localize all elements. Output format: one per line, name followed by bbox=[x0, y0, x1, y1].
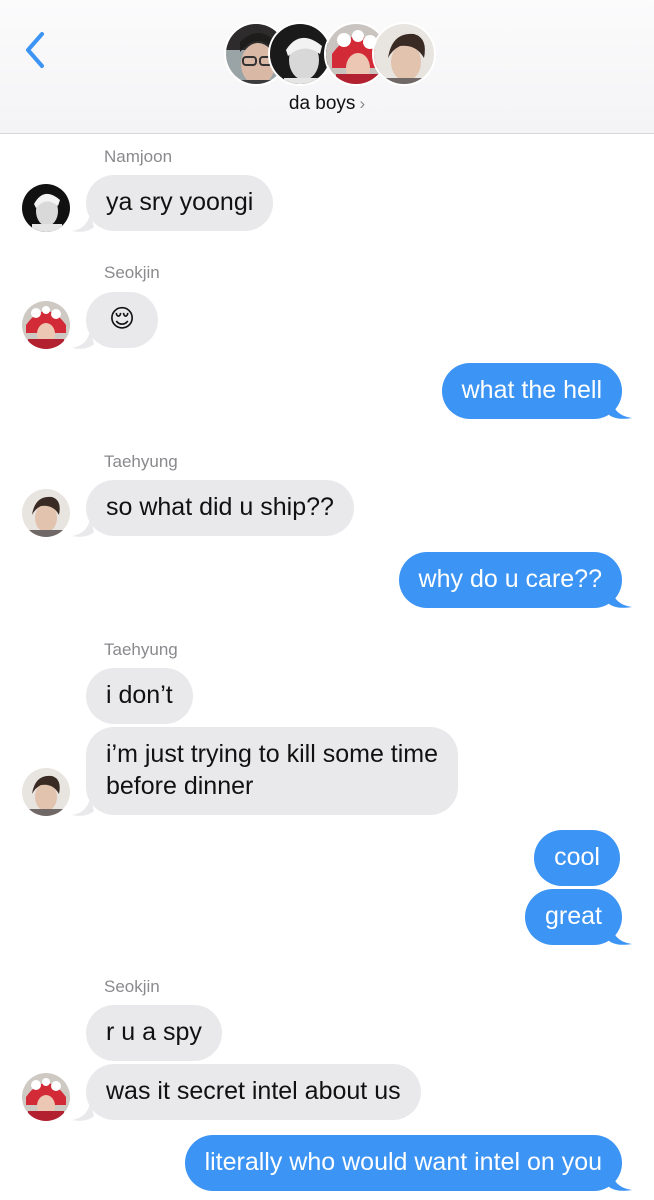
message-bubble-incoming[interactable]: so what did u ship?? bbox=[86, 480, 354, 536]
avatar-seokjin bbox=[22, 1073, 70, 1121]
avatar-member-4 bbox=[372, 22, 436, 86]
bubble-tail bbox=[608, 587, 632, 608]
conversation-header: da boys › bbox=[0, 0, 654, 134]
message-text-line: before dinner bbox=[106, 772, 254, 800]
bubble-tail bbox=[608, 924, 632, 945]
group-name-button[interactable]: da boys › bbox=[0, 93, 654, 115]
back-button[interactable] bbox=[22, 30, 52, 70]
message-bubble-incoming[interactable]: was it secret intel about us bbox=[86, 1064, 421, 1120]
bubble-tail bbox=[72, 1100, 94, 1121]
group-avatar-stack[interactable] bbox=[224, 22, 436, 88]
sender-label: Namjoon bbox=[104, 147, 173, 166]
avatar-seokjin bbox=[22, 301, 70, 349]
message-bubble-outgoing[interactable]: literally who would want intel on you bbox=[184, 1135, 622, 1191]
group-name: da boys bbox=[288, 93, 356, 114]
sender-label: Seokjin bbox=[104, 263, 160, 282]
avatar-taehyung bbox=[22, 768, 70, 816]
bubble-tail bbox=[608, 1170, 632, 1191]
sender-label: Taehyung bbox=[104, 640, 178, 659]
message-bubble-incoming[interactable]: ya sry yoongi bbox=[86, 175, 274, 231]
chevron-right-icon: › bbox=[359, 94, 366, 113]
message-bubble-incoming[interactable]: r u a spy bbox=[86, 1005, 222, 1061]
message-bubble-outgoing[interactable]: what the hell bbox=[441, 363, 622, 419]
bubble-tail bbox=[72, 211, 94, 232]
sender-label: Seokjin bbox=[104, 977, 160, 996]
chevron-left-icon bbox=[26, 32, 44, 68]
message-bubble-outgoing[interactable]: why do u care?? bbox=[398, 552, 622, 608]
sender-label: Taehyung bbox=[104, 452, 178, 471]
bubble-tail bbox=[72, 795, 94, 816]
bubble-tail bbox=[72, 516, 94, 537]
message-bubble-incoming[interactable]: i’m just trying to kill some time before… bbox=[86, 727, 459, 815]
avatar-taehyung bbox=[22, 489, 70, 537]
avatar-member-2 bbox=[268, 22, 332, 86]
message-bubble-outgoing[interactable]: cool bbox=[534, 830, 620, 886]
message-bubble-incoming[interactable]: 😌 bbox=[86, 292, 158, 348]
bubble-tail bbox=[72, 328, 94, 349]
avatar-namjoon bbox=[22, 184, 70, 232]
bubble-tail bbox=[608, 398, 632, 419]
message-bubble-incoming[interactable]: i don’t bbox=[86, 668, 193, 724]
message-text-line: i’m just trying to kill some time bbox=[106, 740, 439, 768]
